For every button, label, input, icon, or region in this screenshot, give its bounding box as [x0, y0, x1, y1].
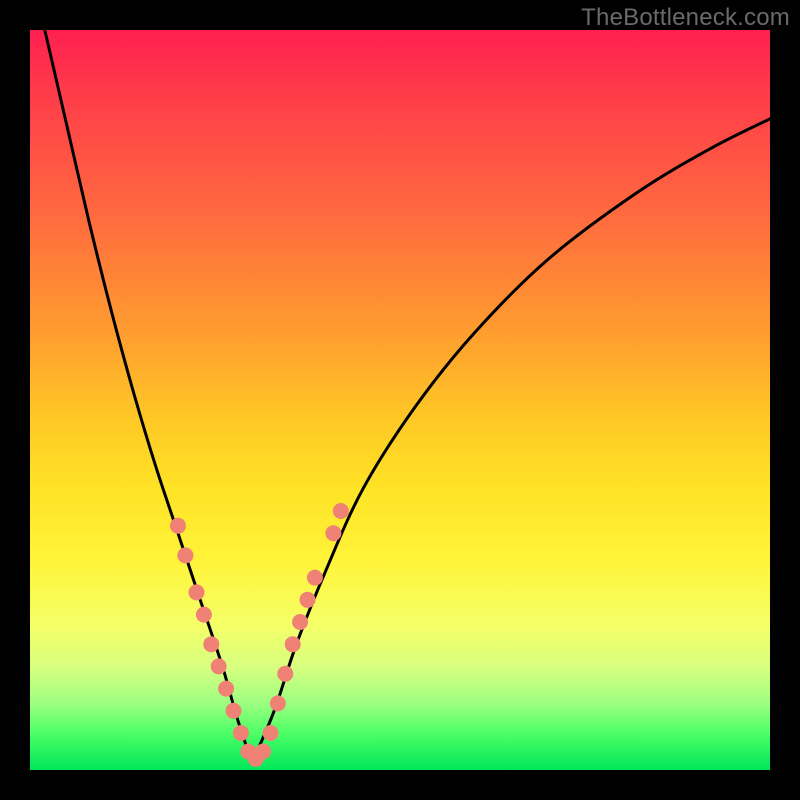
data-dot — [177, 547, 193, 563]
chart-frame: TheBottleneck.com — [0, 0, 800, 800]
watermark-text: TheBottleneck.com — [581, 4, 790, 32]
data-dot — [300, 592, 316, 608]
data-dot — [196, 607, 212, 623]
data-dot — [285, 636, 301, 652]
curve-layer — [45, 30, 770, 763]
data-dot — [255, 744, 271, 760]
data-dot — [189, 584, 205, 600]
left-curve — [45, 30, 252, 763]
data-dot — [203, 636, 219, 652]
dot-layer — [170, 503, 349, 767]
data-dot — [226, 703, 242, 719]
data-dot — [170, 518, 186, 534]
data-dot — [325, 525, 341, 541]
right-curve — [252, 119, 770, 763]
data-dot — [211, 658, 227, 674]
data-dot — [307, 570, 323, 586]
plot-area — [30, 30, 770, 770]
data-dot — [218, 681, 234, 697]
data-dot — [292, 614, 308, 630]
data-dot — [333, 503, 349, 519]
data-dot — [270, 695, 286, 711]
data-dot — [263, 725, 279, 741]
curves-svg — [30, 30, 770, 770]
data-dot — [233, 725, 249, 741]
data-dot — [277, 666, 293, 682]
